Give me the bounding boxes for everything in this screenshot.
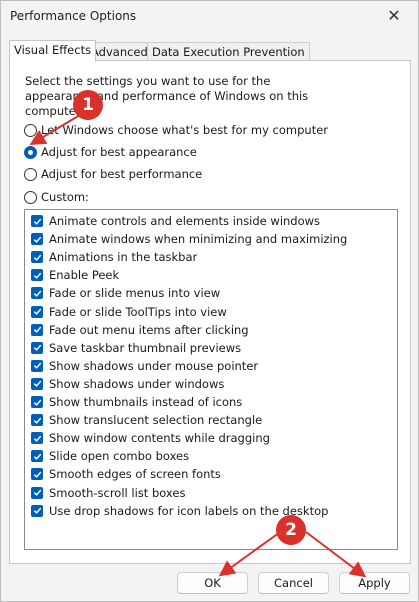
effect-label: Show thumbnails instead of icons [49, 395, 243, 409]
effect-item[interactable]: Slide open combo boxes [31, 448, 189, 464]
tab-visual-effects[interactable]: Visual Effects [9, 40, 97, 62]
checkbox-checked-icon[interactable] [31, 468, 43, 481]
performance-options-window: Performance Options ✕ Visual Effects Adv… [0, 0, 419, 602]
checkbox-checked-icon[interactable] [31, 269, 43, 282]
radio-let-windows-choose[interactable]: Let Windows choose what's best for my co… [24, 122, 328, 138]
checkbox-checked-icon[interactable] [31, 305, 43, 318]
radio-custom[interactable]: Custom: [24, 189, 89, 205]
tab-data-execution-prevention[interactable]: Data Execution Prevention [147, 42, 310, 61]
visual-effects-panel: Select the settings you want to use for … [9, 60, 411, 564]
effect-label: Animate windows when minimizing and maxi… [49, 232, 348, 247]
checkbox-checked-icon[interactable] [31, 341, 43, 354]
radio-label: Let Windows choose what's best for my co… [41, 123, 329, 137]
effect-item[interactable]: Fade out menu items after clicking [31, 322, 249, 338]
effect-label: Fade out menu items after clicking [49, 322, 249, 337]
effect-item[interactable]: Show shadows under mouse pointer [31, 358, 258, 374]
effect-label: Fade or slide ToolTips into view [49, 304, 227, 319]
radio-button[interactable] [24, 123, 37, 137]
window-title: Performance Options [10, 9, 137, 23]
effect-item[interactable]: Show thumbnails instead of icons [31, 394, 242, 410]
apply-button[interactable]: Apply [339, 572, 410, 594]
effect-label: Smooth-scroll list boxes [49, 485, 186, 500]
annotation-badge-2: 2 [276, 515, 306, 545]
checkbox-checked-icon[interactable] [31, 486, 43, 499]
checkbox-checked-icon[interactable] [31, 377, 43, 390]
checkbox-checked-icon[interactable] [31, 359, 43, 372]
title-bar: Performance Options ✕ [1, 1, 418, 33]
effect-label: Show window contents while dragging [49, 431, 270, 446]
effect-item[interactable]: Animate controls and elements inside win… [31, 213, 320, 229]
checkbox-checked-icon[interactable] [31, 323, 43, 336]
checkbox-checked-icon[interactable] [31, 432, 43, 445]
effect-label: Enable Peek [49, 268, 120, 283]
radio-best-performance[interactable]: Adjust for best performance [24, 166, 202, 182]
radio-best-appearance[interactable]: Adjust for best appearance [24, 144, 197, 160]
checkbox-checked-icon[interactable] [31, 396, 43, 408]
effect-label: Animate controls and elements inside win… [49, 214, 321, 228]
radio-label: Custom: [41, 190, 89, 204]
checkbox-checked-icon[interactable] [31, 504, 43, 517]
effect-label: Show shadows under windows [49, 376, 225, 391]
checkbox-checked-icon[interactable] [31, 215, 43, 227]
cancel-button[interactable]: Cancel [258, 572, 329, 594]
radio-button[interactable] [24, 167, 37, 181]
effect-item[interactable]: Show window contents while dragging [31, 430, 270, 446]
effect-item[interactable]: Enable Peek [31, 267, 119, 283]
effect-label: Fade or slide menus into view [49, 286, 221, 301]
effect-label: Save taskbar thumbnail previews [49, 340, 242, 355]
effect-item[interactable]: Animations in the taskbar [31, 249, 197, 265]
description-text: Select the settings you want to use for … [25, 74, 309, 118]
annotation-badge-1: 1 [73, 90, 103, 120]
effect-item[interactable]: Save taskbar thumbnail previews [31, 340, 241, 356]
effect-item[interactable]: Animate windows when minimizing and maxi… [31, 231, 347, 247]
checkbox-checked-icon[interactable] [31, 414, 43, 427]
checkbox-checked-icon[interactable] [31, 287, 43, 300]
effect-item[interactable]: Fade or slide ToolTips into view [31, 304, 227, 320]
effect-item[interactable]: Smooth edges of screen fonts [31, 466, 221, 482]
effect-label: Smooth edges of screen fonts [49, 467, 221, 482]
radio-label: Adjust for best appearance [41, 145, 197, 159]
close-icon[interactable]: ✕ [384, 6, 404, 26]
effect-item[interactable]: Fade or slide menus into view [31, 285, 220, 301]
effect-label: Show shadows under mouse pointer [49, 358, 259, 373]
checkbox-checked-icon[interactable] [31, 450, 43, 463]
checkbox-checked-icon[interactable] [31, 251, 43, 264]
ok-button[interactable]: OK [177, 572, 248, 594]
effect-label: Slide open combo boxes [49, 449, 190, 464]
effect-label: Animations in the taskbar [49, 250, 198, 265]
effect-item[interactable]: Show shadows under windows [31, 376, 224, 392]
effect-label: Show translucent selection rectangle [49, 413, 263, 428]
effect-item[interactable]: Smooth-scroll list boxes [31, 485, 185, 501]
radio-label: Adjust for best performance [41, 167, 203, 181]
checkbox-checked-icon[interactable] [31, 233, 43, 246]
radio-button-selected[interactable] [24, 145, 37, 159]
radio-button[interactable] [24, 190, 37, 204]
effect-item[interactable]: Show translucent selection rectangle [31, 412, 262, 428]
effects-list[interactable]: Animate controls and elements inside win… [24, 209, 398, 550]
